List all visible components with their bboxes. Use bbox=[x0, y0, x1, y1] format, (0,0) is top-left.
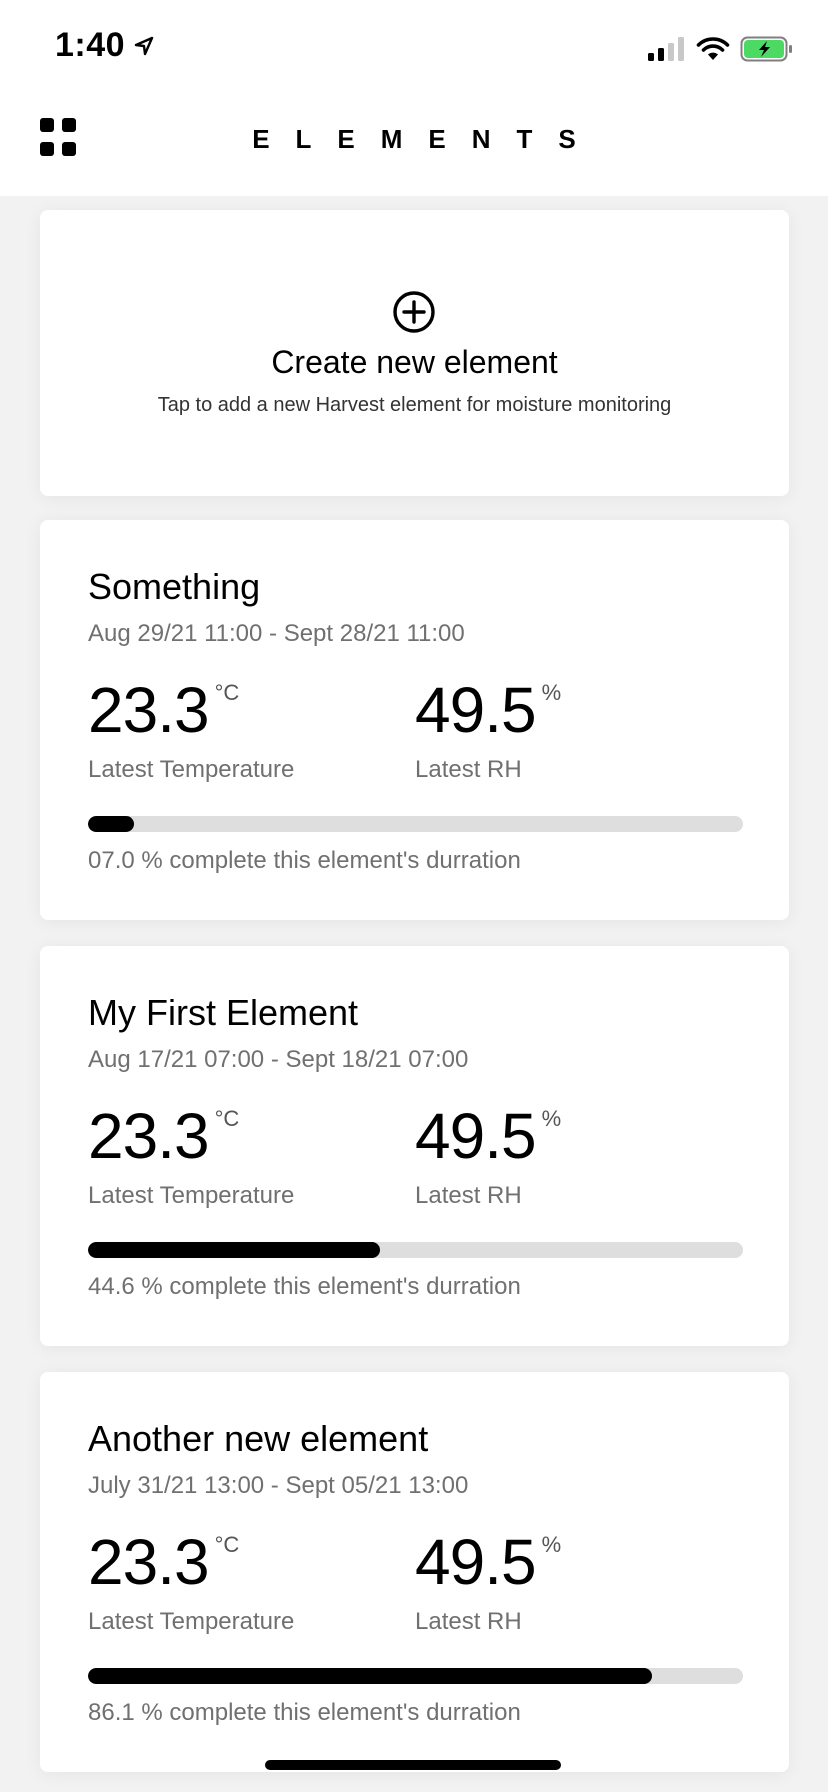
wifi-icon bbox=[696, 37, 730, 60]
element-card[interactable]: My First Element Aug 17/21 07:00 - Sept … bbox=[40, 946, 789, 1346]
home-indicator[interactable] bbox=[265, 1760, 561, 1770]
duration-progress-fill bbox=[88, 1668, 652, 1684]
element-date-range: Aug 17/21 07:00 - Sept 18/21 07:00 bbox=[88, 1046, 469, 1073]
temperature-unit: °C bbox=[214, 680, 240, 705]
rh-label: Latest RH bbox=[415, 1608, 522, 1635]
rh-label: Latest RH bbox=[415, 756, 522, 783]
create-new-element-card[interactable]: Create new element Tap to add a new Harv… bbox=[40, 210, 789, 496]
rh-label: Latest RH bbox=[415, 1182, 522, 1209]
location-arrow-icon bbox=[134, 36, 154, 55]
temperature-unit: °C bbox=[214, 1106, 240, 1131]
duration-progress-fill bbox=[88, 816, 134, 832]
cellular-signal-icon bbox=[648, 37, 684, 61]
duration-progress-text: 07.0 % complete this element's durration bbox=[88, 847, 521, 874]
element-date-range: July 31/21 13:00 - Sept 05/21 13:00 bbox=[88, 1472, 469, 1499]
rh-metric: 49.5% Latest RH bbox=[415, 1104, 561, 1210]
duration-progress-bar bbox=[88, 1668, 743, 1684]
temperature-value: 23.3 bbox=[88, 1100, 210, 1172]
status-bar-time: 1:40 bbox=[55, 26, 155, 65]
status-time-text: 1:40 bbox=[55, 26, 126, 64]
rh-value: 49.5 bbox=[415, 674, 537, 746]
temperature-label: Latest Temperature bbox=[88, 756, 295, 783]
element-name: My First Element bbox=[88, 992, 359, 1033]
temperature-value: 23.3 bbox=[88, 674, 210, 746]
temperature-metric: 23.3 °C Latest Temperature bbox=[88, 1104, 294, 1210]
temperature-value: 23.3 bbox=[88, 1526, 210, 1598]
plus-circle-icon bbox=[393, 291, 435, 333]
rh-unit: % bbox=[541, 680, 562, 705]
create-card-title: Create new element bbox=[271, 344, 558, 380]
rh-value: 49.5 bbox=[415, 1100, 537, 1172]
top-bar: 1:40 ELEMENTS bbox=[0, 0, 828, 196]
duration-progress-text: 86.1 % complete this element's durration bbox=[88, 1699, 521, 1726]
rh-value: 49.5 bbox=[415, 1526, 537, 1598]
temperature-label: Latest Temperature bbox=[88, 1608, 295, 1635]
temperature-label: Latest Temperature bbox=[88, 1182, 295, 1209]
rh-unit: % bbox=[541, 1532, 562, 1557]
duration-progress-bar bbox=[88, 816, 743, 832]
rh-metric: 49.5% Latest RH bbox=[415, 678, 561, 784]
rh-unit: % bbox=[541, 1106, 562, 1131]
temperature-metric: 23.3 °C Latest Temperature bbox=[88, 1530, 294, 1636]
battery-charging-icon bbox=[740, 36, 792, 62]
element-name: Something bbox=[88, 566, 261, 607]
element-card[interactable]: Another new element July 31/21 13:00 - S… bbox=[40, 1372, 789, 1772]
temperature-metric: 23.3 °C Latest Temperature bbox=[88, 678, 294, 784]
temperature-unit: °C bbox=[214, 1532, 240, 1557]
page-title: ELEMENTS bbox=[252, 124, 602, 154]
duration-progress-fill bbox=[88, 1242, 381, 1258]
element-name: Another new element bbox=[88, 1418, 429, 1459]
element-date-range: Aug 29/21 11:00 - Sept 28/21 11:00 bbox=[88, 620, 465, 647]
create-card-subtitle: Tap to add a new Harvest element for moi… bbox=[157, 394, 672, 416]
rh-metric: 49.5% Latest RH bbox=[415, 1530, 561, 1636]
status-bar-indicators bbox=[646, 36, 794, 62]
element-card[interactable]: Something Aug 29/21 11:00 - Sept 28/21 1… bbox=[40, 520, 789, 920]
duration-progress-text: 44.6 % complete this element's durration bbox=[88, 1273, 521, 1300]
duration-progress-bar bbox=[88, 1242, 743, 1258]
